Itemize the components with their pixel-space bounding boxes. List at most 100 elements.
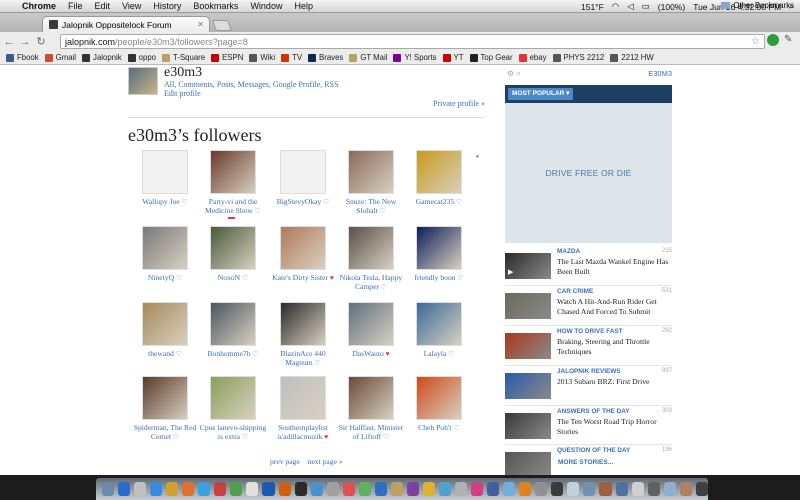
wifi-icon[interactable]: ◠ <box>612 1 619 12</box>
dock-app-icon[interactable] <box>118 482 131 496</box>
bookmark-item[interactable]: T-Square <box>162 53 205 62</box>
story-thumbnail[interactable] <box>505 373 551 399</box>
follower-avatar[interactable] <box>416 226 462 270</box>
follower-name[interactable]: Wallopy Joe <box>142 197 180 206</box>
follower-avatar[interactable] <box>280 226 326 270</box>
battery-icon[interactable]: ▭ <box>642 1 650 12</box>
bookmark-item[interactable]: Wiki <box>249 53 275 62</box>
dock-app-icon[interactable] <box>471 482 484 496</box>
bookmark-item[interactable]: Jalopnik <box>82 53 122 62</box>
bookmark-star-icon[interactable]: ☆ <box>751 36 760 47</box>
avatar[interactable] <box>128 67 158 95</box>
dock-app-icon[interactable] <box>567 482 580 496</box>
heart-icon[interactable]: ♡ <box>454 198 462 206</box>
bookmark-item[interactable]: oppo <box>127 53 156 62</box>
follower-card[interactable]: Snuze: The New Slobalt ♡ <box>336 150 406 216</box>
bookmark-item[interactable]: Braves <box>308 53 343 62</box>
dock-app-icon[interactable] <box>166 482 179 496</box>
story-item[interactable]: CAR CRIME 531 Watch A Hit-And-Run Rider Ge… <box>505 288 672 324</box>
follower-avatar[interactable] <box>210 226 256 270</box>
follower-avatar[interactable] <box>348 302 394 346</box>
menu-help[interactable]: Help <box>294 1 313 11</box>
follower-avatar[interactable] <box>348 150 394 194</box>
dock-app-icon[interactable] <box>342 482 355 496</box>
sidebar-user-link[interactable]: E30M3 <box>648 69 672 78</box>
heart-icon[interactable]: ♡ <box>313 359 320 367</box>
dock-app-icon[interactable] <box>438 482 452 496</box>
story-category[interactable]: JALOPNIK REVIEWS <box>557 368 621 375</box>
dock-app-icon[interactable] <box>326 482 339 496</box>
prev-page-link[interactable]: prev page <box>270 457 300 466</box>
story-item[interactable]: ▶ MAZDA 215 The Last Mazda Wankel Engine Ha… <box>505 248 672 284</box>
dock-app-icon[interactable] <box>102 482 115 496</box>
story-title[interactable]: The Last Mazda Wankel Engine Has Been Bu… <box>557 257 672 276</box>
next-page-link[interactable]: next page » <box>308 457 343 466</box>
follower-name[interactable]: friendly boon <box>414 273 455 282</box>
follower-card[interactable]: Nikola Tesla, Happy Camper ♡ <box>336 226 406 292</box>
dock-app-icon[interactable] <box>422 482 435 496</box>
follower-avatar[interactable] <box>142 302 188 346</box>
dock-app-icon[interactable] <box>487 482 500 496</box>
dock-app-icon[interactable] <box>503 482 516 496</box>
heart-icon[interactable]: ♡ <box>180 198 188 206</box>
most-popular-button[interactable]: MOST POPULAR ▾ <box>508 88 574 100</box>
follower-avatar[interactable] <box>210 150 256 194</box>
menu-bookmarks[interactable]: Bookmarks <box>193 1 238 11</box>
story-item[interactable]: HOW TO DRIVE FAST 282 Braking, Steering an… <box>505 328 672 364</box>
follower-avatar[interactable] <box>142 376 188 420</box>
follower-name[interactable]: Party-vi and the Medicine Show <box>205 197 257 215</box>
follower-card[interactable]: Party-vi and the Medicine Show ♡ <box>198 150 268 216</box>
story-title[interactable]: Watch A Hit-And-Run Rider Get Chased And… <box>557 297 672 316</box>
dock-app-icon[interactable] <box>390 482 403 496</box>
dock-app-icon[interactable] <box>631 482 644 496</box>
dock-app-icon[interactable] <box>262 482 275 496</box>
dock-app-icon[interactable] <box>374 482 387 496</box>
bookmark-item[interactable]: ESPN <box>211 53 243 62</box>
menu-edit[interactable]: Edit <box>95 1 111 11</box>
bookmark-item[interactable]: Fbook <box>6 53 39 62</box>
follower-avatar[interactable] <box>416 150 462 194</box>
new-tab-button[interactable] <box>211 20 233 31</box>
story-title[interactable]: Braking, Steering and Throttle Technique… <box>557 337 672 356</box>
follower-name[interactable]: Snuze: The New Slobalt <box>346 197 396 215</box>
close-tab-icon[interactable]: ✕ <box>197 20 204 29</box>
follower-name[interactable]: NinetyQ <box>148 273 174 282</box>
follower-name[interactable]: Lalayla <box>424 349 447 358</box>
dock-app-icon[interactable] <box>599 482 612 496</box>
bookmark-item[interactable]: YT <box>442 53 464 62</box>
follower-card[interactable]: Cpus lanevo-shipping is extra ♡ <box>198 376 268 442</box>
menu-history[interactable]: History <box>153 1 181 11</box>
settings-icon[interactable]: ⚙ ⌕ <box>507 69 521 79</box>
story-category[interactable]: QUESTION OF THE DAY <box>557 447 630 454</box>
heart-icon[interactable]: ♡ <box>240 274 248 282</box>
story-category[interactable]: ANSWERS OF THE DAY <box>557 408 630 415</box>
follower-avatar[interactable] <box>416 376 462 420</box>
dock-app-icon[interactable] <box>695 482 708 496</box>
follower-avatar[interactable] <box>210 302 256 346</box>
follower-card[interactable]: Kate's Dirty Sister ♥ <box>268 226 338 283</box>
follower-name[interactable]: NoxoN <box>218 273 240 282</box>
follower-card[interactable]: DasWauto ♥ <box>336 302 406 359</box>
follower-card[interactable]: Lalayla ♡ <box>404 302 474 359</box>
menu-window[interactable]: Window <box>250 1 282 11</box>
follower-card[interactable]: friendly boon ♡ <box>404 226 474 283</box>
story-category[interactable]: CAR CRIME <box>557 288 593 295</box>
follower-card[interactable]: Gamecat235 ♡ <box>404 150 474 207</box>
other-bookmarks[interactable]: Other Bookmarks <box>721 1 794 10</box>
follower-name[interactable]: Cpus lanevo-shipping is extra <box>200 423 266 441</box>
battery-percent[interactable]: (100%) <box>658 2 685 12</box>
follower-name[interactable]: thewand <box>148 349 174 358</box>
follower-avatar[interactable] <box>210 376 256 420</box>
heart-icon[interactable]: ♡ <box>379 283 387 291</box>
menu-file[interactable]: File <box>68 1 83 11</box>
follower-name[interactable]: BigStevyOkay <box>277 197 322 206</box>
heart-icon[interactable]: ♥ <box>384 350 390 358</box>
follower-card[interactable]: Bonhomme7h ♡ <box>198 302 268 359</box>
follower-avatar[interactable] <box>348 226 394 270</box>
dock-app-icon[interactable] <box>294 482 307 496</box>
bookmark-item[interactable]: ebay <box>518 53 547 62</box>
dock-app-icon[interactable] <box>134 482 147 496</box>
menu-view[interactable]: View <box>122 1 141 11</box>
follower-card[interactable]: Sir Halffast, Minister of Liftoff ♡ <box>336 376 406 442</box>
dock-app-icon[interactable] <box>535 482 548 496</box>
